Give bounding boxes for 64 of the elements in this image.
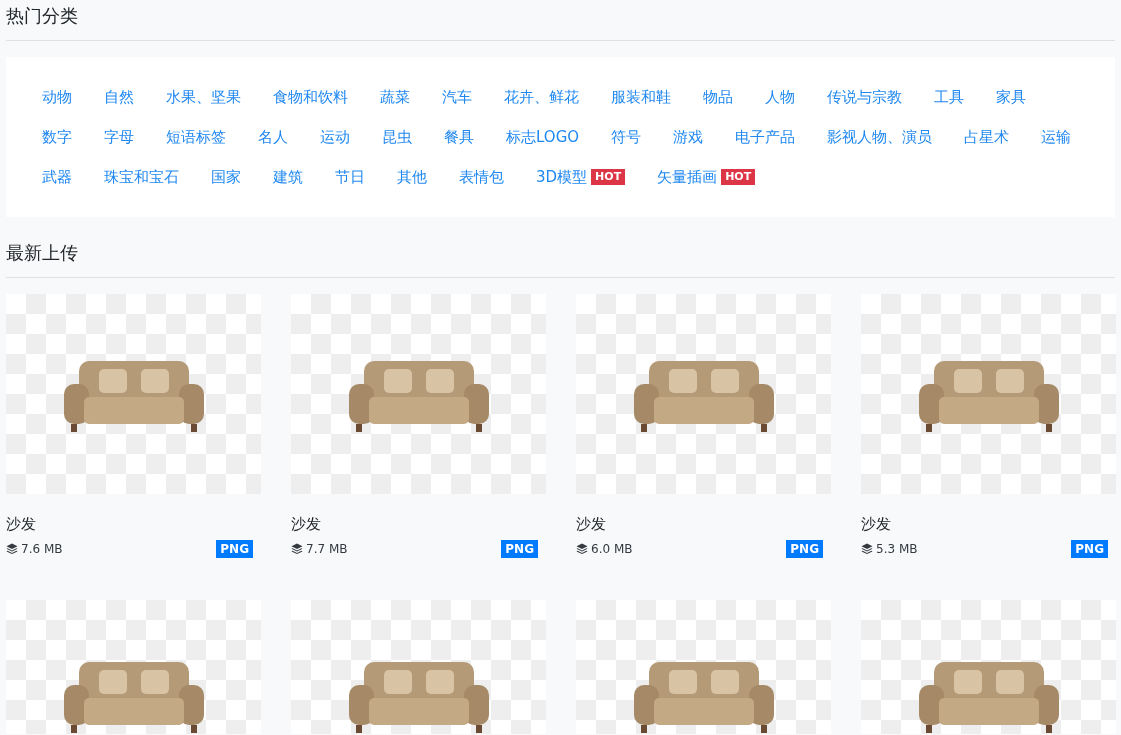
category-link[interactable]: 运动 [320,127,350,147]
category-link[interactable]: 昆虫 [382,127,412,147]
category-link[interactable]: 蔬菜 [380,87,410,107]
category-link[interactable]: 影视人物、演员 [827,127,933,147]
section-heading: 最新上传 [6,241,79,265]
image-thumbnail[interactable] [291,294,546,494]
image-thumbnail[interactable] [861,600,1116,734]
image-thumbnail[interactable] [861,294,1116,494]
category-link[interactable]: 符号 [611,127,642,147]
category-link[interactable]: 建筑 [273,167,303,187]
section-heading: 热门分类 [6,4,79,28]
file-size: 7.7 MB [306,542,348,556]
image-thumbnail[interactable] [576,600,831,734]
category-link[interactable]: 名人 [258,127,288,147]
file-size: 7.6 MB [21,542,63,556]
item-title[interactable]: 沙发 [291,514,546,534]
format-badge: PNG [786,540,823,558]
file-size: 5.3 MB [876,542,918,556]
category-link[interactable]: 节日 [335,167,365,187]
category-link[interactable]: 游戏 [673,127,704,147]
category-link[interactable]: 短语标签 [166,127,226,147]
category-link[interactable]: 运输 [1041,127,1072,147]
hot-badge: HOT [591,169,626,185]
category-link[interactable]: 矢量插画 [657,167,718,187]
category-link[interactable]: 服装和鞋 [611,87,671,107]
layers-icon [6,543,18,555]
image-thumbnail[interactable] [6,600,261,734]
category-link[interactable]: 国家 [211,167,241,187]
layers-icon [861,543,873,555]
category-link[interactable]: 珠宝和宝石 [104,167,179,187]
layers-icon [576,543,588,555]
category-link[interactable]: 自然 [104,87,134,107]
category-link[interactable]: 武器 [42,167,72,187]
category-link[interactable]: 3D模型 [536,167,588,187]
category-link[interactable]: 人物 [765,87,795,107]
category-link[interactable]: 食物和饮料 [273,87,348,107]
category-link[interactable]: 水果、坚果 [166,87,241,107]
format-badge: PNG [216,540,253,558]
category-link[interactable]: 传说与宗教 [827,87,902,107]
category-link[interactable]: 其他 [397,167,427,187]
category-link[interactable]: 物品 [703,87,733,107]
format-badge: PNG [1071,540,1108,558]
image-thumbnail[interactable] [291,600,546,734]
item-title[interactable]: 沙发 [6,514,261,534]
category-link[interactable]: 表情包 [459,167,504,187]
category-link[interactable]: 占星术 [964,127,1010,147]
category-link[interactable]: 标志LOGO [506,127,580,147]
category-link[interactable]: 汽车 [442,87,472,107]
category-link[interactable]: 字母 [104,127,134,147]
hot-badge: HOT [721,169,756,185]
image-thumbnail[interactable] [6,294,261,494]
format-badge: PNG [501,540,538,558]
layers-icon [291,543,303,555]
image-thumbnail[interactable] [576,294,831,494]
category-link[interactable]: 餐具 [444,127,474,147]
category-link[interactable]: 花卉、鲜花 [504,87,579,107]
file-size: 6.0 MB [591,542,633,556]
category-link[interactable]: 工具 [934,87,964,107]
item-title[interactable]: 沙发 [576,514,831,534]
category-link[interactable]: 电子产品 [735,127,796,147]
category-link[interactable]: 动物 [42,87,72,107]
item-title[interactable]: 沙发 [861,514,1116,534]
category-link[interactable]: 数字 [42,127,72,147]
category-link[interactable]: 家具 [996,87,1026,107]
